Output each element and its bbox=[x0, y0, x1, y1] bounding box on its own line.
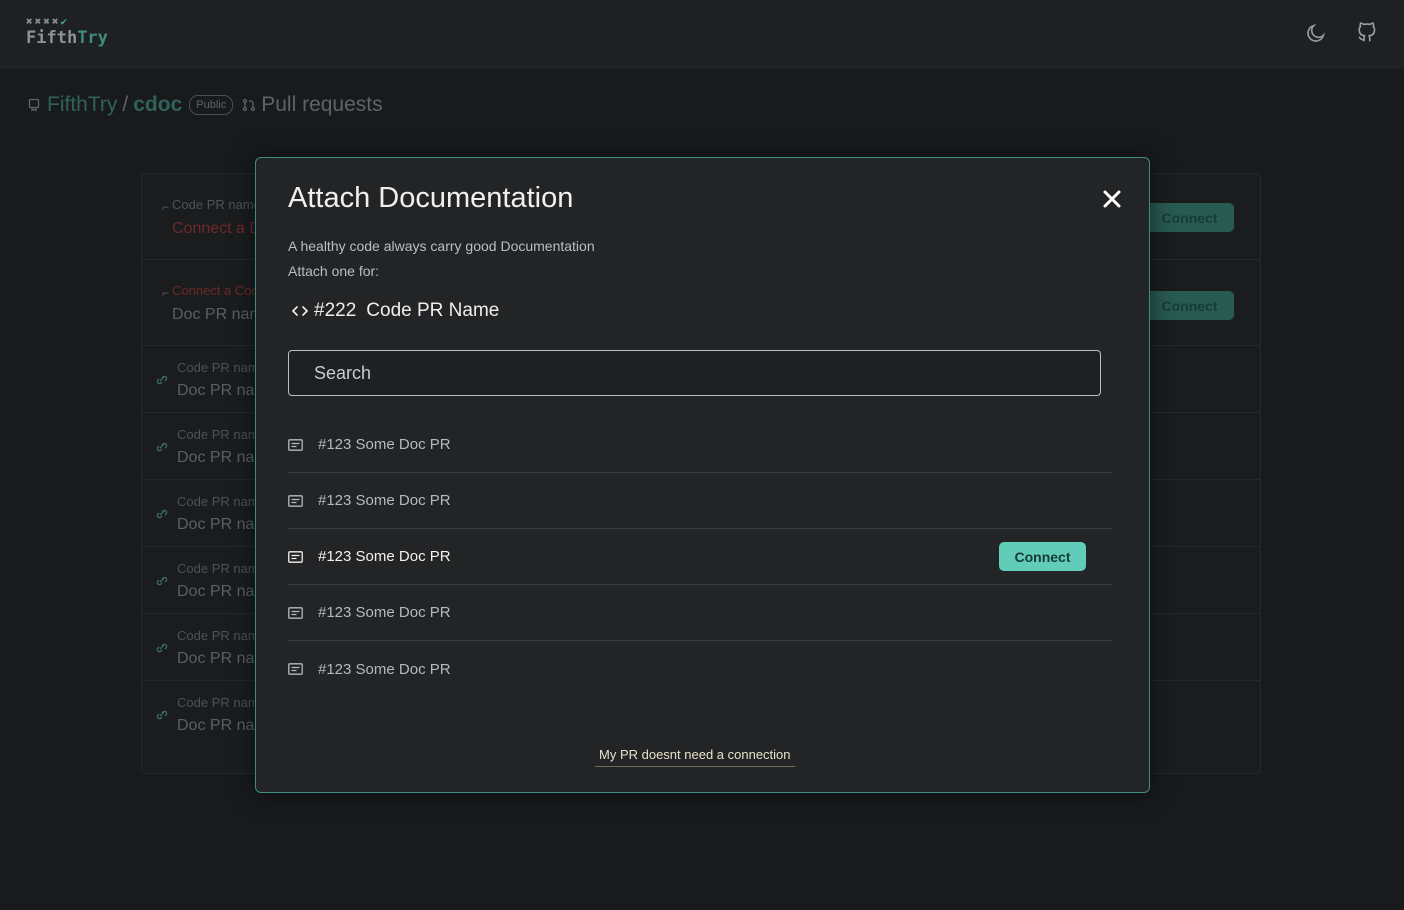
link-icon bbox=[156, 509, 168, 519]
code-icon bbox=[292, 306, 308, 316]
breadcrumb-section[interactable]: Pull requests bbox=[261, 93, 382, 117]
doc-pr-label: #123 Some Doc PR bbox=[318, 604, 451, 621]
link-icon bbox=[156, 710, 168, 720]
connect-button[interactable]: Connect bbox=[1145, 291, 1234, 320]
breadcrumb-org[interactable]: FifthTry bbox=[47, 93, 117, 117]
connect-button[interactable]: Connect bbox=[999, 542, 1086, 571]
doc-pr-label: #123 Some Doc PR bbox=[318, 660, 451, 678]
list-item[interactable]: #123 Some Doc PR bbox=[288, 417, 1113, 473]
link-icon bbox=[156, 442, 168, 452]
doc-pr-label: #123 Some Doc PR bbox=[318, 436, 451, 453]
doc-pr-label: #123 Some Doc PR bbox=[318, 548, 451, 565]
document-icon bbox=[288, 663, 303, 675]
document-icon bbox=[288, 438, 303, 451]
moon-icon[interactable] bbox=[1305, 22, 1327, 44]
list-item[interactable]: #123 Some Doc PR bbox=[288, 473, 1113, 529]
repo-icon bbox=[28, 98, 40, 112]
close-icon[interactable] bbox=[1101, 188, 1123, 210]
target-code-pr: #222 Code PR Name bbox=[292, 300, 499, 322]
link-icon bbox=[156, 375, 168, 385]
document-icon bbox=[288, 606, 303, 619]
link-icon bbox=[156, 576, 168, 586]
fifthtry-logo[interactable]: ✖✖✖✖✔ FifthTry bbox=[26, 15, 108, 49]
list-item[interactable]: #123 Some Doc PR bbox=[288, 585, 1113, 641]
connect-button[interactable]: Connect bbox=[1145, 203, 1234, 232]
logo-wordmark: FifthTry bbox=[26, 28, 108, 48]
doc-pr-label: #123 Some Doc PR bbox=[318, 492, 451, 509]
pull-request-icon bbox=[243, 98, 256, 112]
target-pr-name: Code PR Name bbox=[366, 300, 500, 321]
breadcrumb-repo[interactable]: cdoc bbox=[133, 93, 182, 117]
list-item[interactable]: #123 Some Doc PR bbox=[288, 641, 1113, 697]
logo-marks: ✖✖✖✖✔ bbox=[26, 15, 70, 28]
modal-subtitle: A healthy code always carry good Documen… bbox=[288, 238, 595, 279]
no-connection-link[interactable]: My PR doesnt need a connection bbox=[595, 747, 795, 767]
document-icon bbox=[288, 550, 303, 563]
modal-title: Attach Documentation bbox=[288, 182, 574, 214]
breadcrumb: FifthTry / cdoc Public Pull requests bbox=[28, 90, 383, 120]
document-icon bbox=[288, 494, 303, 507]
target-pr-number: #222 bbox=[314, 300, 357, 321]
top-bar: ✖✖✖✖✔ FifthTry bbox=[0, 0, 1404, 68]
breadcrumb-separator: / bbox=[122, 93, 129, 116]
github-icon[interactable] bbox=[1356, 22, 1378, 44]
attach-documentation-modal: Attach Documentation A healthy code alwa… bbox=[255, 157, 1150, 793]
link-icon bbox=[156, 643, 168, 653]
list-item[interactable]: #123 Some Doc PR Connect bbox=[288, 529, 1113, 585]
visibility-badge: Public bbox=[189, 95, 234, 115]
doc-pr-list: #123 Some Doc PR #123 Some Doc PR #123 S… bbox=[288, 417, 1113, 697]
search-input[interactable] bbox=[288, 350, 1101, 396]
